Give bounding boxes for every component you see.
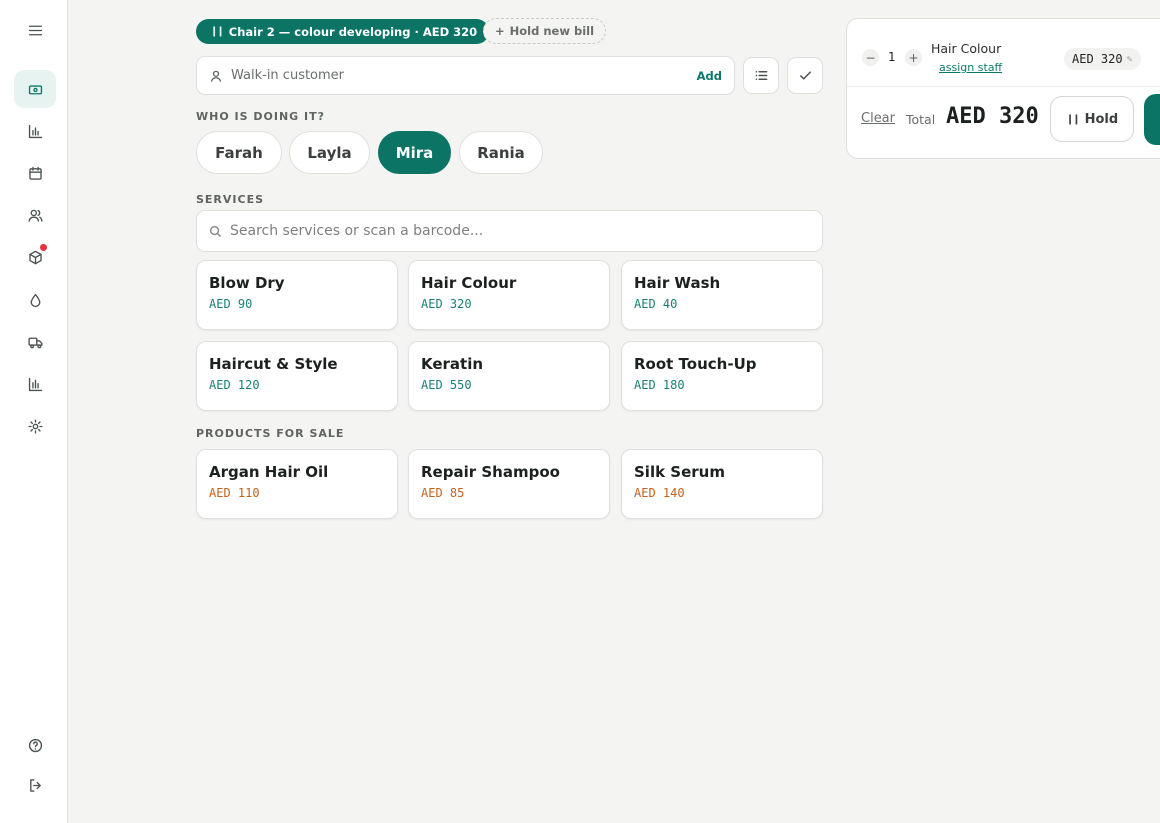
product-name: Argan Hair Oil <box>209 463 329 481</box>
line-price-edit[interactable]: AED 320 ✎ <box>1064 48 1141 70</box>
search-icon <box>209 225 222 237</box>
held-bill-chip[interactable]: ❙❙ Chair 2 — colour developing · AED 320 <box>196 19 490 44</box>
add-customer-button[interactable]: Add <box>697 69 722 83</box>
service-name: Haircut & Style <box>209 355 338 373</box>
list-button[interactable] <box>743 57 779 94</box>
staff-chip-rania[interactable]: Rania <box>459 131 543 174</box>
product-price: AED 140 <box>634 486 685 500</box>
package-icon[interactable] <box>14 238 56 276</box>
staff-chip-farah[interactable]: Farah <box>196 131 282 174</box>
held-bill-label: Chair 2 — colour developing · AED 320 <box>228 24 478 39</box>
pause-icon: ❙❙ <box>210 26 225 37</box>
service-card-haircut-style[interactable]: Haircut & Style AED 120 <box>196 341 398 411</box>
total-value: AED 320 <box>946 104 1039 129</box>
calendar-icon[interactable] <box>14 154 56 192</box>
hold-new-bill-button[interactable]: + Hold new bill <box>483 18 607 44</box>
service-price: AED 550 <box>421 378 472 392</box>
hold-button[interactable]: ❙❙ Hold <box>1050 96 1134 142</box>
service-price: AED 40 <box>634 297 678 311</box>
decrease-qty-button[interactable]: − <box>862 49 879 66</box>
hold-new-bill-label: Hold new bill <box>509 24 595 38</box>
service-name: Root Touch-Up <box>634 355 757 373</box>
staff-heading: WHO IS DOING IT? <box>196 110 325 123</box>
check-icon <box>799 71 811 80</box>
service-search-input[interactable]: Search services or scan a barcode... <box>196 210 823 252</box>
service-card-blow-dry[interactable]: Blow Dry AED 90 <box>196 260 398 330</box>
service-name: Hair Colour <box>421 274 517 292</box>
product-price: AED 85 <box>421 486 465 500</box>
service-card-root-touch-up[interactable]: Root Touch-Up AED 180 <box>621 341 823 411</box>
help-icon[interactable] <box>14 726 56 764</box>
product-card-argan-hair-oil[interactable]: Argan Hair Oil AED 110 <box>196 449 398 519</box>
increase-qty-button[interactable]: + <box>905 49 922 66</box>
service-price: AED 180 <box>634 378 685 392</box>
hold-label: Hold <box>1084 111 1119 127</box>
services-heading: SERVICES <box>196 193 265 206</box>
bar-chart-icon[interactable] <box>14 112 56 150</box>
menu-icon[interactable] <box>14 11 56 49</box>
pause-icon: ❙❙ <box>1065 113 1081 125</box>
clear-button[interactable]: Clear <box>861 111 895 126</box>
staff-chip-mira[interactable]: Mira <box>378 131 451 174</box>
plus-icon: + <box>495 24 505 38</box>
product-name: Silk Serum <box>634 463 725 481</box>
confirm-button[interactable] <box>787 57 823 94</box>
service-card-keratin[interactable]: Keratin AED 550 <box>408 341 610 411</box>
product-price: AED 110 <box>209 486 260 500</box>
settings-icon[interactable] <box>14 407 56 445</box>
staff-chip-layla[interactable]: Layla <box>289 131 370 174</box>
cart-panel: − 1 + Hair Colour assign staff AED 320 ✎… <box>846 18 1160 159</box>
pencil-icon: ✎ <box>1126 53 1133 65</box>
customer-placeholder: Walk-in customer <box>231 68 345 83</box>
product-card-silk-serum[interactable]: Silk Serum AED 140 <box>621 449 823 519</box>
users-icon[interactable] <box>14 196 56 234</box>
line-item-name: Hair Colour <box>931 41 1002 56</box>
logout-icon[interactable] <box>14 766 56 804</box>
customer-field[interactable]: Walk-in customer Add <box>196 56 735 95</box>
service-name: Hair Wash <box>634 274 721 292</box>
line-qty: 1 <box>888 50 896 64</box>
service-name: Keratin <box>421 355 484 373</box>
product-name: Repair Shampoo <box>421 463 560 481</box>
pay-button[interactable] <box>1144 94 1160 145</box>
cash-register-icon[interactable] <box>14 70 56 108</box>
line-price: AED 320 <box>1072 52 1123 66</box>
truck-icon[interactable] <box>14 323 56 361</box>
products-heading: PRODUCTS FOR SALE <box>196 427 345 440</box>
user-icon <box>210 70 222 82</box>
service-price: AED 120 <box>209 378 260 392</box>
service-card-hair-wash[interactable]: Hair Wash AED 40 <box>621 260 823 330</box>
service-name: Blow Dry <box>209 274 285 292</box>
assign-staff-link[interactable]: assign staff <box>939 61 1002 74</box>
service-price: AED 90 <box>209 297 253 311</box>
cart-divider <box>847 86 1160 87</box>
droplet-icon[interactable] <box>14 281 56 319</box>
list-icon <box>755 71 767 80</box>
product-card-repair-shampoo[interactable]: Repair Shampoo AED 85 <box>408 449 610 519</box>
search-placeholder: Search services or scan a barcode... <box>230 223 484 239</box>
service-price: AED 320 <box>421 297 472 311</box>
total-label: Total <box>906 112 936 127</box>
service-card-hair-colour[interactable]: Hair Colour AED 320 <box>408 260 610 330</box>
notification-badge <box>40 244 47 251</box>
reports-icon[interactable] <box>14 365 56 403</box>
sidebar <box>0 0 68 823</box>
